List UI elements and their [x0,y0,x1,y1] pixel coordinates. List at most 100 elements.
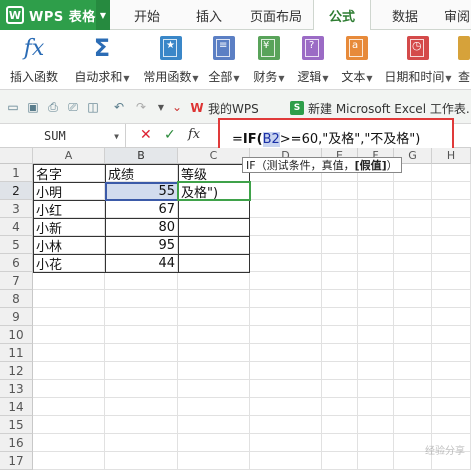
grid-cell[interactable] [178,362,250,380]
grid-cell[interactable] [33,362,105,380]
grid-cell[interactable] [322,416,358,434]
grade-cell[interactable] [178,254,250,272]
save-icon[interactable]: ▣ [26,100,40,114]
grid-cell[interactable] [33,344,105,362]
grid-cell[interactable] [250,380,322,398]
grid-cell[interactable] [322,254,358,272]
tab-excel-workbook[interactable]: S 新建 Microsoft Excel 工作表. [290,96,470,120]
column-header-c[interactable]: C [178,148,250,164]
grid-cell[interactable] [178,434,250,452]
grid-cell[interactable] [178,416,250,434]
autosum-button[interactable]: Σ 自动求和▼ [72,34,132,86]
name-cell[interactable]: 小花 [33,254,105,273]
score-cell[interactable]: 67 [105,200,178,218]
grid-cell[interactable] [394,362,432,380]
grid-cell[interactable] [394,182,432,200]
row-header-15[interactable]: 15 [0,416,33,434]
row-header-16[interactable]: 16 [0,434,33,452]
row-header-3[interactable]: 3 [0,200,33,218]
quick-access-customize-icon[interactable]: ⌄ [170,100,184,114]
row-header-13[interactable]: 13 [0,380,33,398]
grid-cell[interactable] [33,434,105,452]
chevron-down-icon[interactable]: ▼ [96,0,110,30]
logical-functions-button[interactable]: ? 逻辑▼ [294,34,332,86]
grid-cell[interactable] [394,218,432,236]
all-functions-button[interactable]: ≡ 全部▼ [206,34,242,86]
grid-cell[interactable] [358,236,394,254]
header-cell-name[interactable]: 名字 [33,164,105,183]
spreadsheet-grid[interactable]: A B C D E F G H 1 2 3 4 5 6 7 8 9 10 11 … [0,148,471,473]
grid-cell[interactable] [105,272,178,290]
header-cell-grade[interactable]: 等级 [178,164,250,183]
tab-insert[interactable]: 插入 [183,0,235,30]
column-header-b[interactable]: B [105,148,178,164]
grid-cell[interactable] [358,380,394,398]
grid-cell[interactable] [250,272,322,290]
grid-cell[interactable] [358,398,394,416]
grade-cell[interactable] [178,200,250,218]
grid-cell[interactable] [358,362,394,380]
grid-cell[interactable] [105,326,178,344]
grid-cell[interactable] [432,254,471,272]
grid-cell[interactable] [358,290,394,308]
text-functions-button[interactable]: a 文本▼ [338,34,376,86]
grid-cell[interactable] [322,362,358,380]
grid-cell[interactable] [358,308,394,326]
grid-cell[interactable] [432,236,471,254]
grid-cell[interactable] [250,218,322,236]
grid-cell[interactable] [178,326,250,344]
grid-cell[interactable] [358,416,394,434]
grid-cell[interactable] [33,416,105,434]
grid-cell[interactable] [250,254,322,272]
row-header-10[interactable]: 10 [0,326,33,344]
grid-cell[interactable] [322,434,358,452]
grid-cell[interactable] [358,272,394,290]
row-header-8[interactable]: 8 [0,290,33,308]
grid-cell[interactable] [432,164,471,182]
grid-cell[interactable] [178,290,250,308]
grid-cell[interactable] [178,344,250,362]
row-header-1[interactable]: 1 [0,164,33,182]
grid-cell[interactable] [358,344,394,362]
grid-cell[interactable] [432,290,471,308]
grid-cell[interactable] [322,452,358,470]
grid-cell[interactable] [322,326,358,344]
grid-cell[interactable] [250,416,322,434]
grid-cell[interactable] [250,362,322,380]
grid-cell[interactable] [394,398,432,416]
score-cell[interactable]: 55 [105,182,178,200]
grade-cell[interactable] [178,218,250,236]
undo-icon[interactable]: ↶ [112,100,126,114]
row-header-17[interactable]: 17 [0,452,33,470]
grid-cell[interactable] [250,344,322,362]
finance-functions-button[interactable]: ¥ 财务▼ [250,34,288,86]
tab-page-layout[interactable]: 页面布局 [244,0,308,30]
cancel-icon[interactable]: ✕ [140,127,152,143]
grid-cell[interactable] [432,200,471,218]
grid-cell[interactable] [33,290,105,308]
grid-cell[interactable] [322,308,358,326]
print-icon[interactable]: ⎚ [66,100,80,114]
grid-cell[interactable] [250,182,322,200]
grid-cell[interactable] [394,236,432,254]
grid-cell[interactable] [432,416,471,434]
tab-review[interactable]: 审阅 [444,0,471,30]
grid-cell[interactable] [322,218,358,236]
grid-cell[interactable] [358,452,394,470]
lookup-functions-button[interactable]: 查 [458,34,471,86]
grid-cell[interactable] [358,200,394,218]
fx-icon[interactable]: fx [188,127,200,142]
open-folder-icon[interactable]: ▭ [6,100,20,114]
chevron-down-icon[interactable]: ▼ [114,132,119,141]
header-cell-score[interactable]: 成绩 [105,164,178,183]
row-header-12[interactable]: 12 [0,362,33,380]
grid-cell[interactable] [33,398,105,416]
grid-cell[interactable] [105,290,178,308]
grid-cell[interactable] [322,290,358,308]
row-header-2[interactable]: 2 [0,182,33,200]
grid-cell[interactable] [250,290,322,308]
grid-cell[interactable] [394,344,432,362]
grid-cell[interactable] [322,182,358,200]
grid-cell[interactable] [394,380,432,398]
preview-icon[interactable]: ◫ [86,100,100,114]
